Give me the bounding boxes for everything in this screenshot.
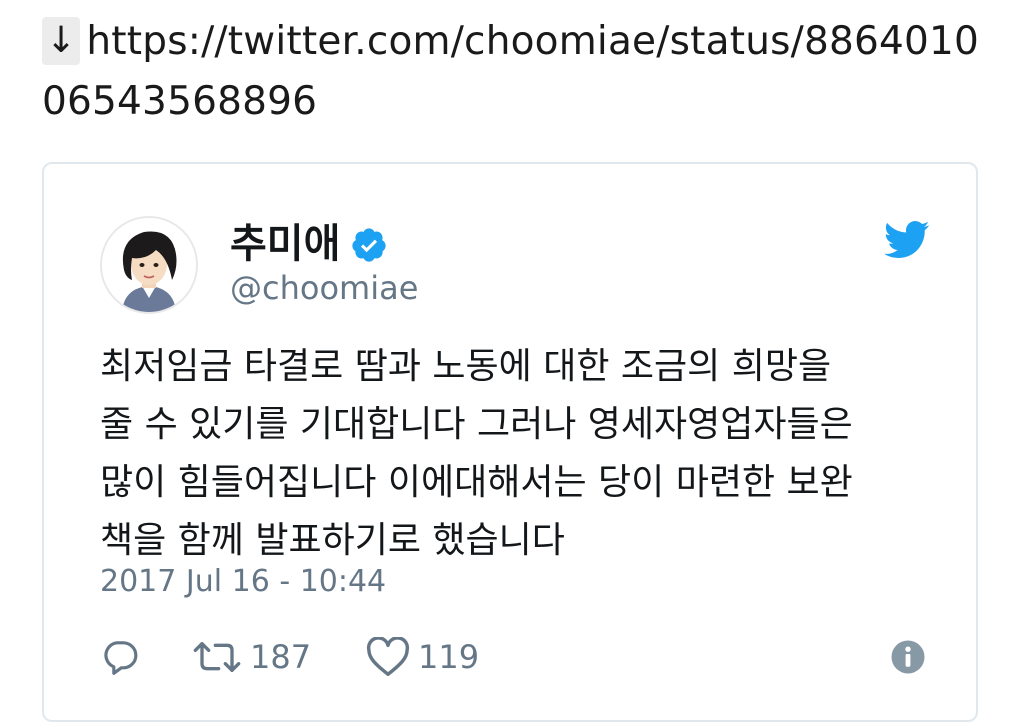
like-button[interactable]: 119 — [366, 634, 479, 680]
retweet-button[interactable]: 187 — [192, 634, 311, 680]
heart-icon — [366, 637, 410, 677]
reply-icon — [100, 637, 140, 677]
verified-badge-icon — [350, 226, 388, 264]
tweet-url[interactable]: https://twitter.com/choomiae/status/8864… — [42, 19, 979, 124]
like-count: 119 — [418, 638, 480, 676]
tweet-info-button[interactable] — [890, 634, 926, 680]
reply-button[interactable] — [100, 634, 140, 680]
tweet-body-text: 최저임금 타결로 땀과 노동에 대한 조금의 희망을 줄 수 있기를 기대합니다… — [100, 346, 853, 561]
retweet-count: 187 — [250, 638, 312, 676]
avatar[interactable] — [100, 216, 198, 314]
info-icon — [890, 639, 926, 675]
tweet-action-bar: 187 119 — [100, 634, 930, 680]
author-handle[interactable]: @choomiae — [230, 268, 418, 308]
author-display-name[interactable]: 추미애 — [230, 220, 340, 268]
author-name-row: 추미애 — [230, 220, 388, 268]
down-arrow-icon: ↓ — [42, 17, 81, 65]
retweet-icon — [192, 637, 242, 677]
embedded-tweet-card: 추미애 @choomiae 최저임금 타결로 땀과 노동에 대한 조금의 희망을… — [42, 162, 978, 722]
tweet-timestamp[interactable]: 2017 Jul 16 - 10:44 — [100, 562, 386, 602]
twitter-bird-icon[interactable] — [884, 220, 930, 260]
tweet-link[interactable]: ↓ https://twitter.com/choomiae/status/886… — [42, 12, 982, 132]
